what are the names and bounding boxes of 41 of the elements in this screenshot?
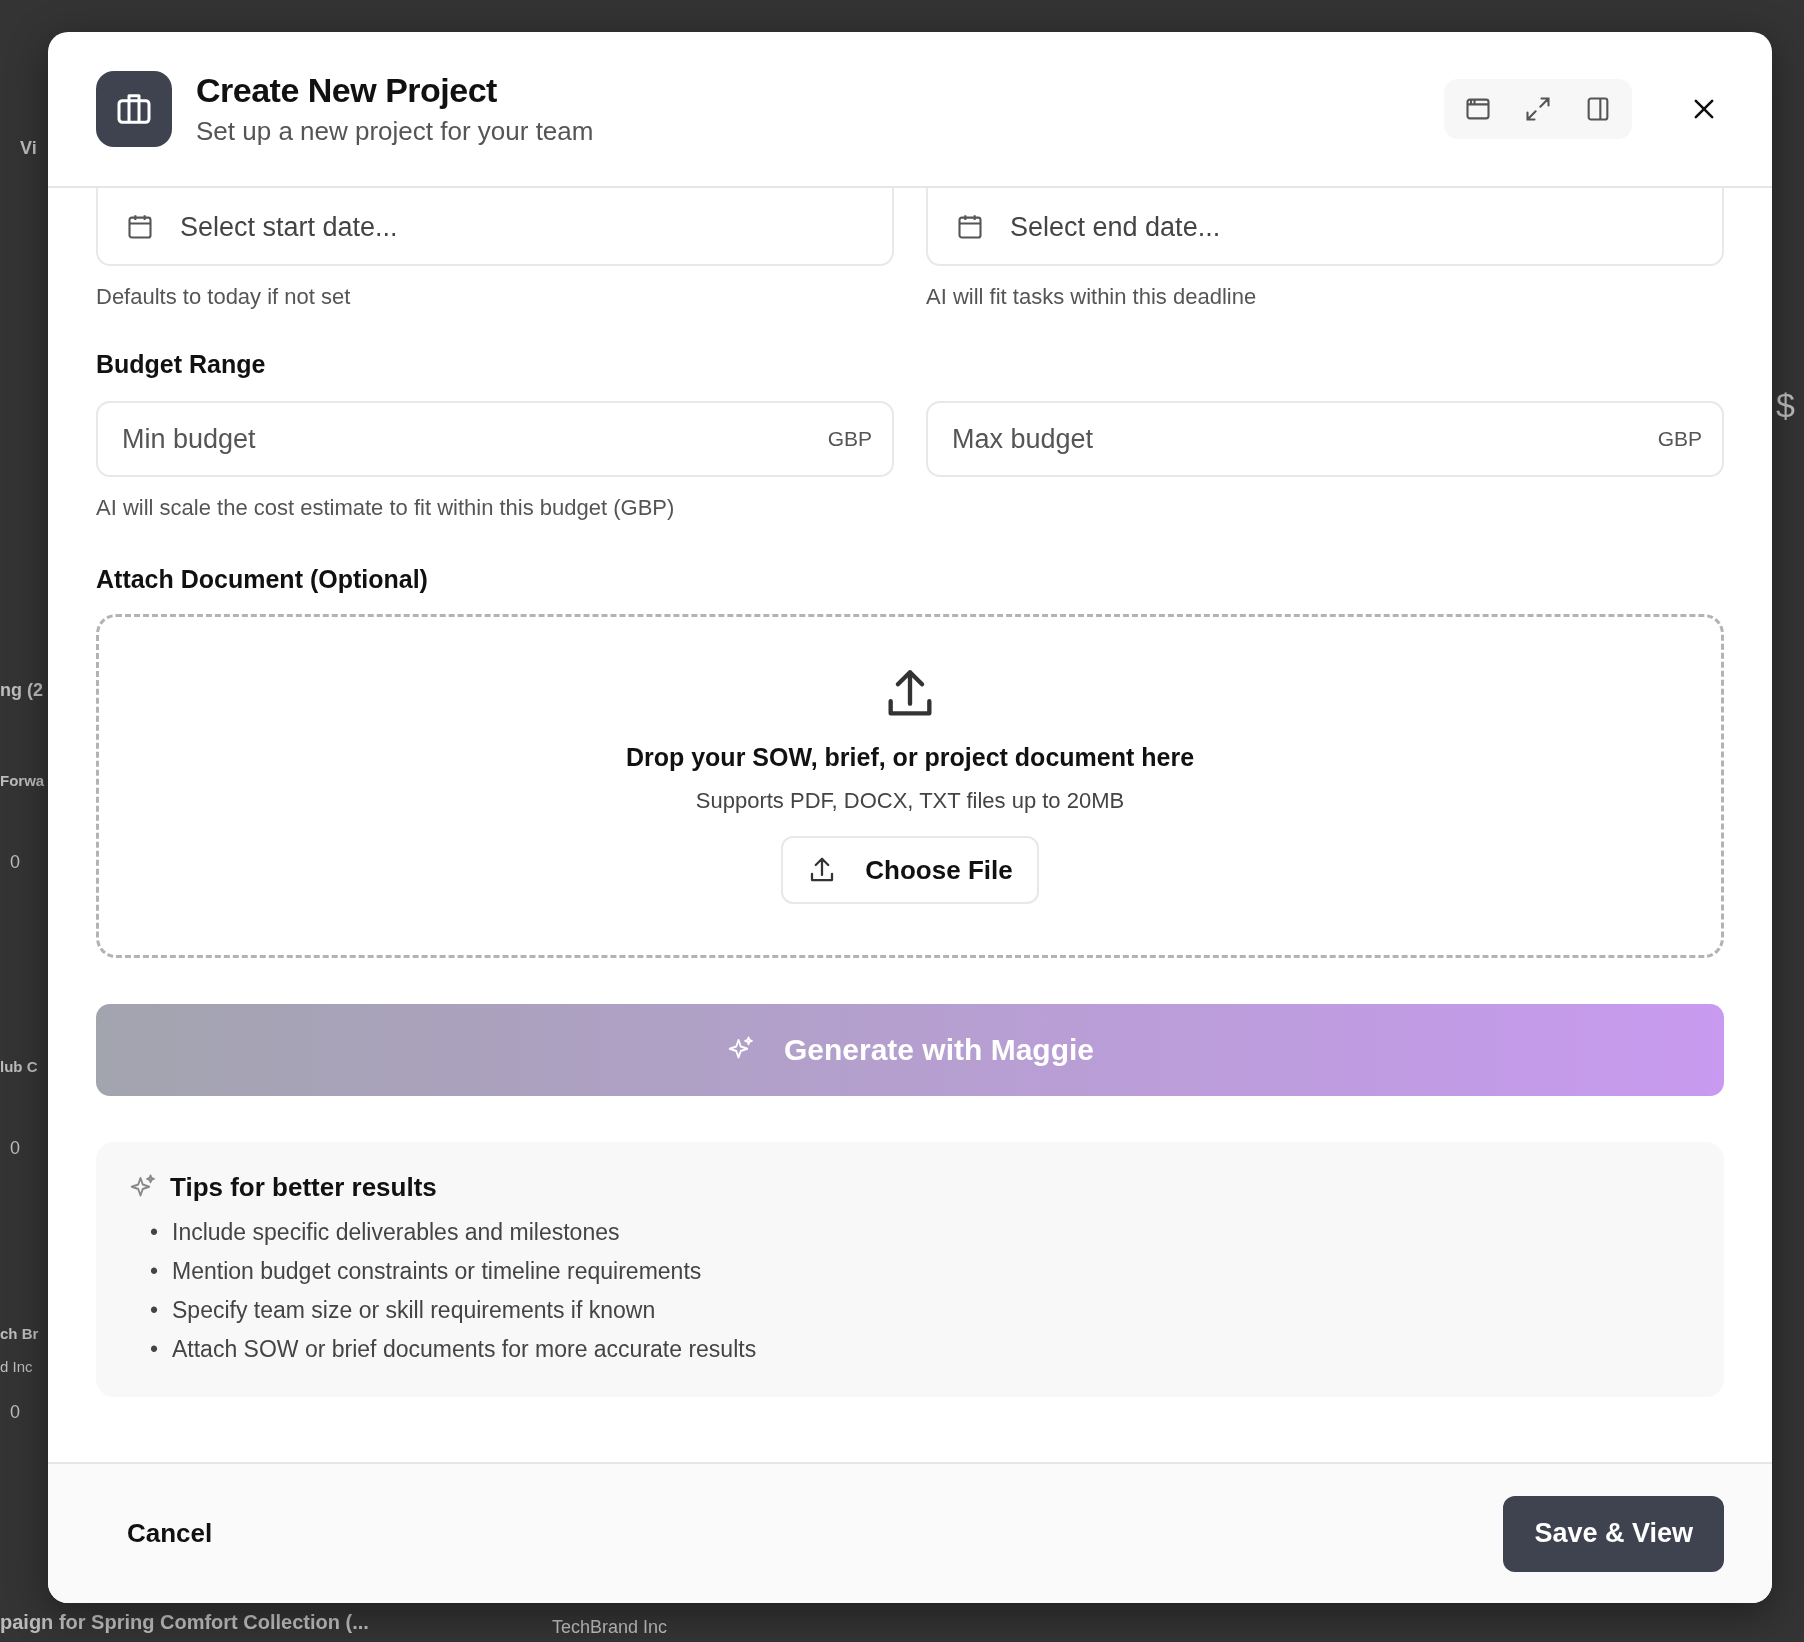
background-text: ch Br	[0, 1325, 39, 1343]
bullet: •	[150, 1219, 160, 1246]
background-text: Vi	[20, 138, 37, 160]
calendar-icon	[956, 213, 984, 241]
background-text: paign for Spring Comfort Collection (...	[0, 1610, 369, 1634]
date-field[interactable]: Select end date...	[926, 188, 1724, 266]
save-button[interactable]: Save & View	[1503, 1495, 1724, 1572]
dialog-title: Create New Project	[196, 71, 498, 110]
tip-item: Mention budget constraints or timeline requirements	[172, 1258, 702, 1285]
section-label: Attach Document (Optional)	[96, 565, 429, 594]
briefcase-icon	[96, 71, 172, 147]
background-text: lub C	[0, 1058, 38, 1076]
background-text: 0	[10, 852, 20, 874]
date-field[interactable]: Select start date...	[96, 188, 894, 266]
tip-item: Attach SOW or brief documents for more accurate results	[172, 1336, 757, 1363]
tip-item: Include specific deliverables and milestones	[172, 1219, 620, 1246]
calendar-icon	[126, 213, 154, 241]
background-text: d Inc	[0, 1358, 33, 1376]
bullet: •	[150, 1297, 160, 1324]
drop-zone-subtitle: Supports PDF, DOCX, TXT files up to 20MB	[695, 788, 1125, 814]
bullet: •	[150, 1258, 160, 1285]
background-text: 0	[10, 1138, 20, 1160]
tip-item: Specify team size or skill requirements if known	[172, 1297, 656, 1324]
tips-title: Tips for better results	[170, 1172, 437, 1203]
field-hint: Defaults to today if not set	[96, 284, 352, 310]
cancel-button[interactable]: Cancel	[127, 1518, 213, 1549]
dialog-subtitle: Set up a new project for your team	[196, 116, 595, 147]
section-label: Budget Range	[96, 350, 267, 379]
bullet: •	[150, 1336, 160, 1363]
background-text: $	[1776, 385, 1795, 426]
background-text: TechBrand Inc	[552, 1617, 668, 1639]
choose-file-button[interactable]: Choose File	[781, 836, 1039, 904]
background-text: ng (2	[0, 680, 43, 702]
drop-zone-title: Drop your SOW, brief, or project document here	[625, 743, 1195, 772]
background-text: Forwa	[0, 772, 45, 790]
field-hint: AI will fit tasks within this deadline	[926, 284, 1258, 310]
currency-label: GBP	[1657, 427, 1702, 451]
currency-label: GBP	[827, 427, 872, 451]
field-hint: AI will scale the cost estimate to fit within this budget (GBP)	[96, 495, 676, 521]
background-text: 0	[10, 1402, 20, 1424]
file-drop-zone[interactable]: Drop your SOW, brief, or project document here Supports PDF, DOCX, TXT files up to 20MB Choose File	[96, 614, 1724, 958]
